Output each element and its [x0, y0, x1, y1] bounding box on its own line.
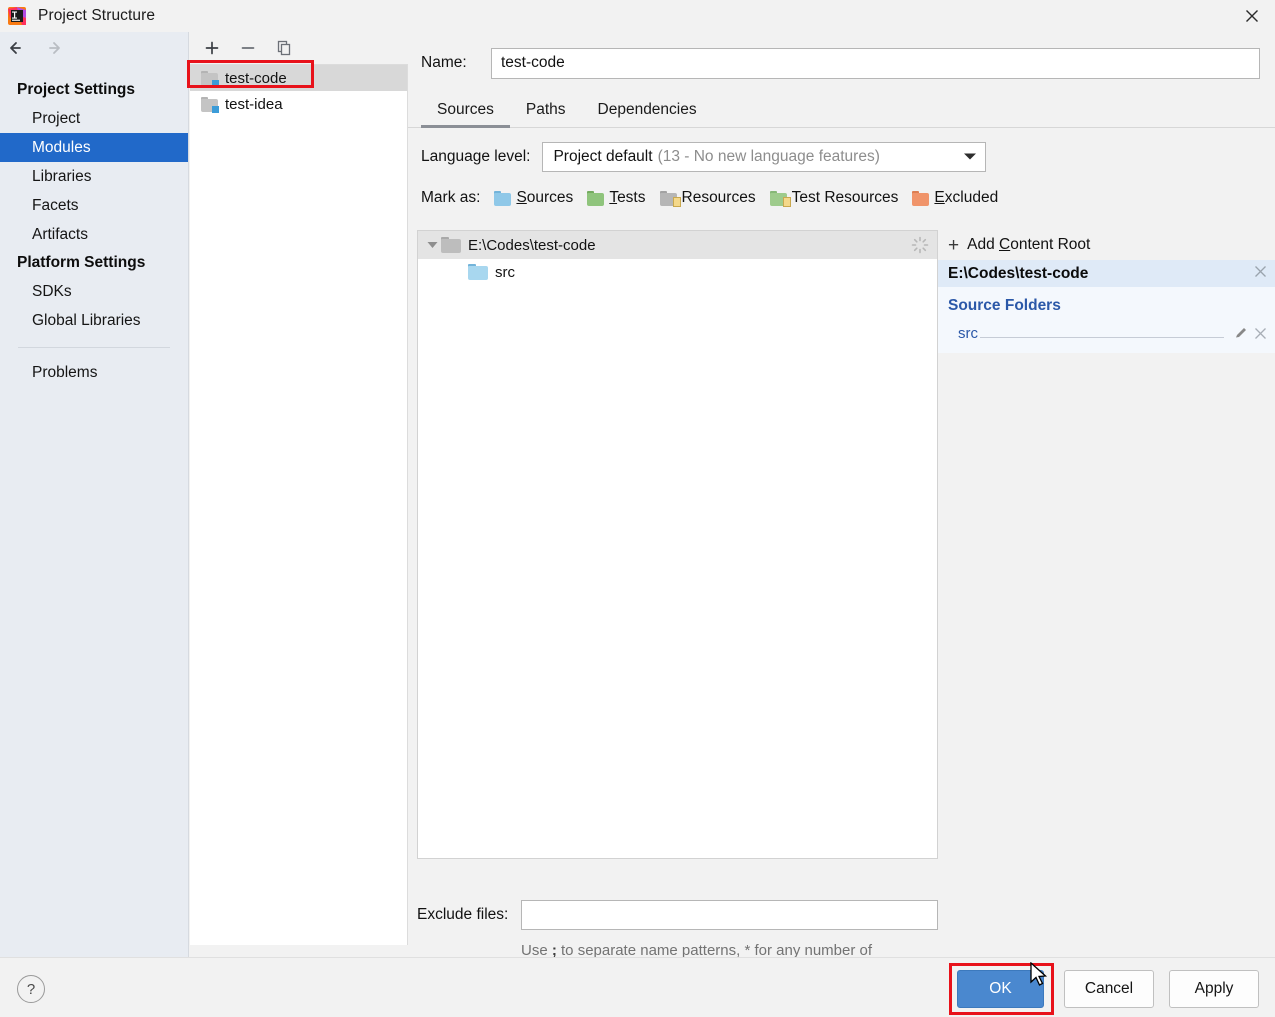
sidebar-item-project[interactable]: Project	[0, 104, 188, 133]
content-root-body: Source Folders src	[938, 287, 1275, 353]
sidebar-item-modules[interactable]: Modules	[0, 133, 188, 162]
mark-as-sources-label: Sources	[516, 189, 573, 207]
module-item-test-idea[interactable]: test-idea	[190, 91, 407, 117]
navigation-buttons	[0, 32, 188, 64]
source-folder-rule	[980, 325, 1224, 338]
folder-gray-icon	[441, 237, 461, 253]
sidebar-item-problems[interactable]: Problems	[0, 358, 188, 387]
help-button[interactable]: ?	[17, 975, 45, 1003]
mark-as-excluded-label: Excluded	[934, 189, 998, 207]
language-level-label: Language level:	[421, 148, 530, 166]
folder-excluded-icon	[912, 191, 930, 206]
mark-as-tests-button[interactable]: Tests	[587, 189, 645, 207]
content-root-header[interactable]: E:\Codes\test-code	[938, 260, 1275, 287]
settings-sidebar: Project Settings Project Modules Librari…	[0, 32, 189, 957]
language-level-select[interactable]: Project default (13 - No new language fe…	[542, 142, 986, 172]
close-icon[interactable]	[1229, 0, 1275, 32]
module-item-label: test-code	[225, 70, 287, 87]
arrow-left-icon[interactable]	[8, 37, 30, 59]
content-root-tree[interactable]: E:\Codes\test-code	[417, 230, 938, 859]
sidebar-item-facets[interactable]: Facets	[0, 191, 188, 220]
chevron-down-icon[interactable]	[963, 148, 977, 166]
mark-as-test-resources-button[interactable]: Test Resources	[770, 189, 899, 207]
remove-module-button[interactable]	[237, 37, 259, 59]
source-folder-row[interactable]: src	[938, 321, 1275, 345]
add-content-root-button[interactable]: + Add Content Root	[938, 230, 1275, 260]
close-icon[interactable]	[1254, 327, 1267, 340]
module-icon	[201, 97, 218, 112]
language-level-row: Language level: Project default (13 - No…	[408, 140, 1275, 174]
plus-icon: +	[948, 236, 959, 255]
language-level-value: Project default	[553, 148, 652, 166]
close-icon[interactable]	[1254, 265, 1267, 283]
cancel-button[interactable]: Cancel	[1064, 970, 1154, 1008]
window-title: Project Structure	[38, 7, 155, 25]
module-tabs: Sources Paths Dependencies	[408, 92, 1275, 128]
exclude-files-row: Exclude files:	[417, 900, 938, 930]
title-bar: Project Structure	[0, 0, 1275, 32]
module-icon	[201, 71, 218, 86]
mark-as-resources-button[interactable]: Resources	[660, 189, 756, 207]
module-editor-panel: Name: test-code Sources Paths Dependenci…	[408, 32, 1275, 957]
apply-button[interactable]: Apply	[1169, 970, 1259, 1008]
mark-as-sources-button[interactable]: Sources	[494, 189, 573, 207]
name-row: Name: test-code	[408, 44, 1275, 82]
copy-module-button[interactable]	[273, 37, 295, 59]
sidebar-item-sdks[interactable]: SDKs	[0, 277, 188, 306]
project-structure-dialog: Project Structure Project Settings Proje…	[0, 0, 1275, 1017]
folder-sources-icon	[494, 191, 512, 206]
pencil-icon[interactable]	[1234, 326, 1248, 340]
modules-toolbar	[190, 32, 408, 64]
tree-row-content-root[interactable]: E:\Codes\test-code	[418, 231, 937, 259]
name-input[interactable]: test-code	[491, 48, 1260, 79]
source-folder-name: src	[958, 325, 978, 342]
mark-as-label: Mark as:	[421, 189, 480, 207]
tab-dependencies[interactable]: Dependencies	[582, 101, 713, 127]
arrow-right-icon	[46, 37, 68, 59]
folder-test-resources-icon	[770, 191, 788, 206]
loading-spinner-icon	[911, 236, 929, 254]
folder-resources-icon	[660, 191, 678, 206]
content-root-path: E:\Codes\test-code	[948, 265, 1088, 283]
intellij-idea-logo-icon	[7, 6, 27, 26]
name-label: Name:	[421, 54, 491, 72]
tab-paths[interactable]: Paths	[510, 101, 582, 127]
add-module-button[interactable]	[201, 37, 223, 59]
language-level-detail: (13 - No new language features)	[658, 148, 880, 166]
add-content-root-label: Add Content Root	[967, 236, 1090, 254]
sidebar-divider	[18, 347, 170, 348]
exclude-files-input[interactable]	[521, 900, 938, 930]
mouse-cursor	[1029, 962, 1049, 990]
tree-row-src[interactable]: src	[418, 259, 937, 285]
folder-tests-icon	[587, 191, 605, 206]
tree-root-label: E:\Codes\test-code	[468, 237, 596, 254]
modules-panel: test-code test-idea	[190, 32, 408, 957]
tab-sources[interactable]: Sources	[421, 101, 510, 127]
sidebar-group-platform-settings: Platform Settings	[0, 249, 188, 277]
source-folders-title: Source Folders	[938, 293, 1275, 321]
folder-blue-icon	[468, 264, 488, 280]
module-item-label: test-idea	[225, 96, 283, 113]
mark-as-row: Mark as: Sources Tests	[408, 184, 1275, 212]
mark-as-test-resources-label: Test Resources	[792, 189, 899, 207]
sidebar-list: Project Settings Project Modules Librari…	[0, 76, 188, 387]
mark-as-tests-label: Tests	[609, 189, 645, 207]
content-roots-panel: + Add Content Root E:\Codes\test-code So…	[938, 230, 1275, 859]
exclude-files-label: Exclude files:	[417, 906, 521, 924]
mark-as-excluded-button[interactable]: Excluded	[912, 189, 998, 207]
mark-as-resources-label: Resources	[682, 189, 756, 207]
modules-list[interactable]: test-code test-idea	[190, 64, 408, 945]
tree-child-label: src	[495, 264, 515, 281]
content-area: E:\Codes\test-code	[417, 230, 1275, 859]
sidebar-item-libraries[interactable]: Libraries	[0, 162, 188, 191]
sidebar-item-artifacts[interactable]: Artifacts	[0, 220, 188, 249]
sidebar-group-project-settings: Project Settings	[0, 76, 188, 104]
chevron-down-icon[interactable]	[423, 241, 441, 249]
sidebar-item-global-libraries[interactable]: Global Libraries	[0, 306, 188, 335]
module-item-test-code[interactable]: test-code	[190, 65, 407, 91]
